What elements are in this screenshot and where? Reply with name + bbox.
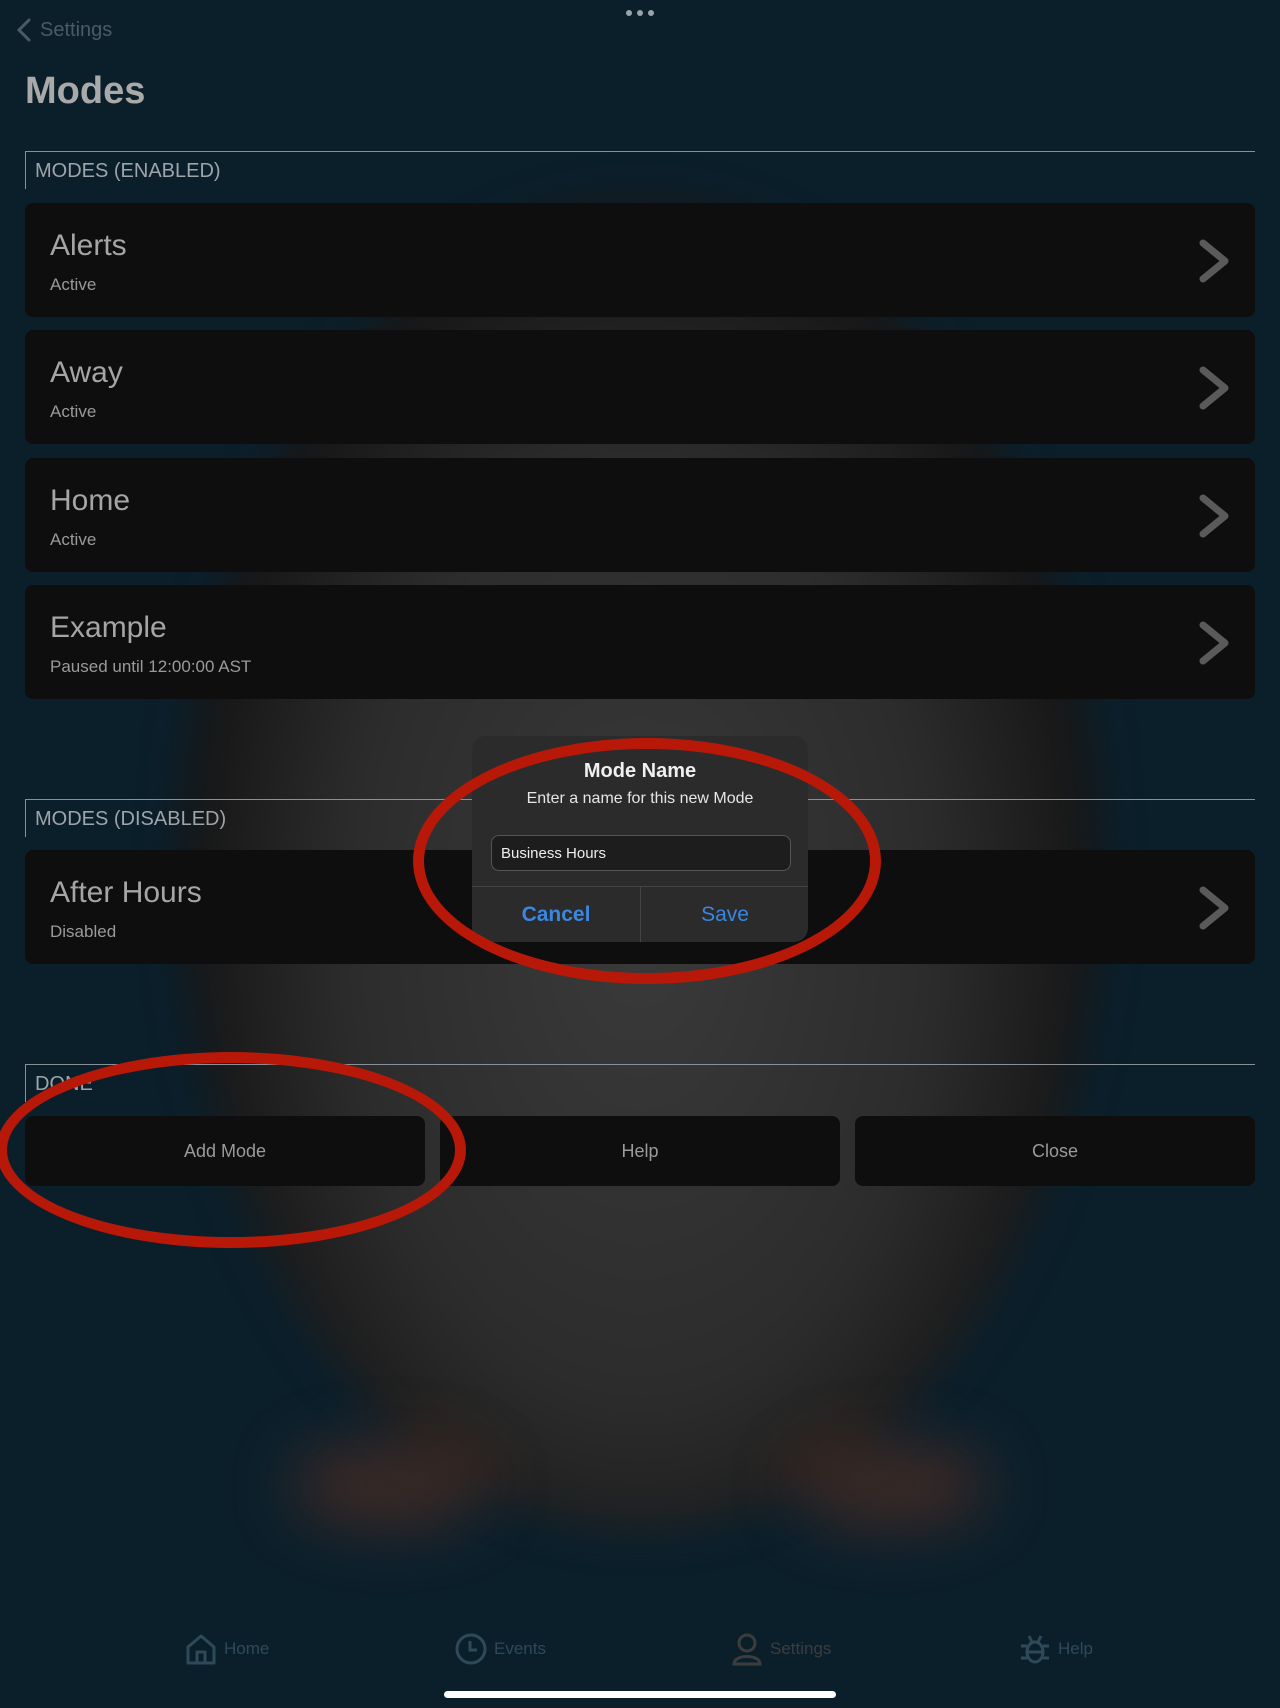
add-mode-button[interactable]: Add Mode [25, 1116, 425, 1186]
tab-label: Settings [770, 1639, 832, 1658]
mode-name: Example [50, 611, 167, 644]
section-header-enabled: MODES (ENABLED) [25, 151, 1255, 189]
chevron-right-icon [1199, 886, 1229, 930]
clock-icon [455, 1633, 487, 1665]
dialog-title: Mode Name [583, 760, 697, 782]
tab-label: Events [494, 1639, 546, 1658]
mode-row-away[interactable]: Away Active [25, 330, 1255, 444]
close-button[interactable]: Close [855, 1116, 1255, 1186]
mode-status: Active [50, 402, 97, 421]
save-button[interactable]: Save [641, 887, 808, 942]
tab-label: Help [1058, 1639, 1093, 1658]
mode-name: After Hours [50, 876, 202, 909]
tab-help[interactable]: Help [1018, 1632, 1093, 1666]
mode-name-dialog: Mode Name Enter a name for this new Mode… [472, 736, 808, 942]
more-dots-icon[interactable] [626, 10, 654, 16]
page-title: Modes [25, 70, 146, 112]
mode-name: Alerts [50, 229, 127, 262]
chevron-right-icon [1199, 494, 1229, 538]
mode-status: Paused until 12:00:00 AST [50, 657, 252, 676]
bug-icon [1021, 1635, 1049, 1664]
mode-name: Away [50, 356, 123, 389]
home-icon [186, 1634, 216, 1665]
tab-bar: Home Events Settings Help [0, 1632, 1280, 1676]
mode-row-home[interactable]: Home Active [25, 458, 1255, 572]
mode-status: Active [50, 530, 97, 549]
dialog-message: Enter a name for this new Mode [526, 790, 754, 807]
background-blur-spot [790, 1440, 990, 1530]
tab-settings[interactable]: Settings [730, 1632, 831, 1666]
section-header-done: DONE [25, 1064, 1255, 1102]
tab-events[interactable]: Events [454, 1632, 546, 1666]
chevron-right-icon [1199, 239, 1229, 283]
mode-name-input[interactable] [491, 835, 791, 871]
tab-home[interactable]: Home [184, 1632, 269, 1666]
background-blur-spot [290, 1440, 490, 1530]
mode-status: Disabled [50, 922, 117, 941]
mode-row-alerts[interactable]: Alerts Active [25, 203, 1255, 317]
help-button[interactable]: Help [440, 1116, 840, 1186]
cancel-button[interactable]: Cancel [472, 887, 640, 942]
mode-name: Home [50, 484, 131, 517]
home-indicator[interactable] [444, 1691, 836, 1698]
mode-row-example[interactable]: Example Paused until 12:00:00 AST [25, 585, 1255, 699]
back-label: Settings [40, 18, 113, 41]
chevron-right-icon [1199, 621, 1229, 665]
person-icon [732, 1633, 762, 1666]
chevron-left-icon [16, 18, 31, 42]
tab-label: Home [224, 1639, 270, 1658]
chevron-right-icon [1199, 366, 1229, 410]
back-button[interactable]: Settings [16, 18, 112, 42]
mode-status: Active [50, 275, 97, 294]
